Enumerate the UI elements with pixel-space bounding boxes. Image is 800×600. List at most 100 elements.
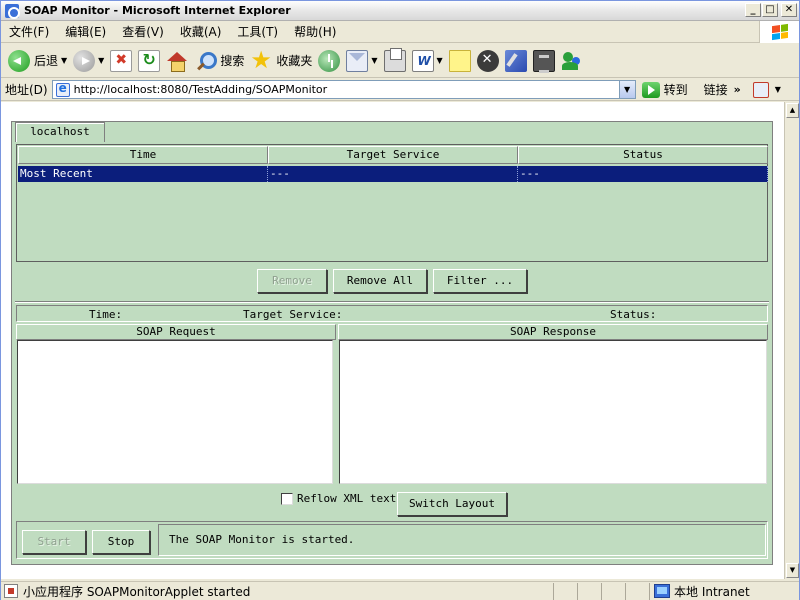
status-pane <box>577 582 601 600</box>
refresh-button[interactable] <box>135 47 163 75</box>
menu-favorites[interactable]: 收藏(A) <box>172 21 230 43</box>
remove-all-button[interactable]: Remove All <box>333 269 427 293</box>
links-chevron-icon[interactable]: » <box>734 83 741 96</box>
forward-button[interactable]: ▼ <box>70 47 107 75</box>
soap-request-textarea[interactable] <box>17 340 333 484</box>
cell-target-service: --- <box>268 166 518 182</box>
search-button[interactable]: 搜索 <box>191 47 247 75</box>
cell-status: --- <box>518 166 768 182</box>
stop-icon <box>110 49 133 72</box>
word-icon <box>411 49 434 72</box>
edit-word-button[interactable]: ▼ <box>409 47 446 75</box>
security-zone: 本地 Intranet <box>649 582 789 600</box>
ie-app-icon <box>5 3 20 19</box>
column-header-target-service[interactable]: Target Service <box>268 146 518 164</box>
shredder-icon <box>532 49 555 73</box>
search-label: 搜索 <box>220 54 245 68</box>
go-label: 转到 <box>663 83 688 97</box>
window-controls: _ □ ✕ <box>745 3 797 17</box>
target-service-info-label: Target Service: <box>243 308 343 321</box>
menu-help[interactable]: 帮助(H) <box>286 21 344 43</box>
start-button[interactable]: Start <box>22 530 86 554</box>
favorites-button[interactable]: 收藏夹 <box>247 46 315 75</box>
status-bar: 小应用程序 SOAPMonitorApplet started 本地 Intra… <box>1 581 799 600</box>
title-bar: SOAP Monitor - Microsoft Internet Explor… <box>1 1 799 21</box>
zone-label: 本地 Intranet <box>674 584 750 599</box>
scroll-down-icon[interactable]: ▼ <box>786 563 799 578</box>
back-label: 后退 <box>34 54 59 68</box>
print-button[interactable] <box>381 47 409 75</box>
edit-dropdown-icon[interactable]: ▼ <box>437 56 443 65</box>
ie-window: SOAP Monitor - Microsoft Internet Explor… <box>0 0 800 600</box>
history-button[interactable] <box>315 47 343 75</box>
switch-layout-button[interactable]: Switch Layout <box>397 492 507 516</box>
menu-tools[interactable]: 工具(T) <box>229 21 286 43</box>
table-header: Time Target Service Status <box>18 146 768 164</box>
minimize-button[interactable]: _ <box>745 3 761 17</box>
address-bar: 地址(D) http://localhost:8080/TestAdding/S… <box>1 79 799 101</box>
search-icon <box>194 50 218 72</box>
sticky-note-icon <box>448 49 471 72</box>
status-pane <box>601 582 625 600</box>
menu-view[interactable]: 查看(V) <box>114 21 172 43</box>
forward-dropdown-icon[interactable]: ▼ <box>98 56 104 65</box>
section-divider <box>15 301 769 303</box>
home-button[interactable] <box>163 47 191 75</box>
column-header-time[interactable]: Time <box>18 146 268 164</box>
monitor-status-message: The SOAP Monitor is started. <box>158 524 766 556</box>
window-title: SOAP Monitor - Microsoft Internet Explor… <box>24 4 291 17</box>
notes-button[interactable] <box>446 47 474 75</box>
shredder-button[interactable] <box>530 47 558 75</box>
reflow-checkbox[interactable] <box>281 492 293 505</box>
tools-button[interactable] <box>502 47 530 75</box>
menu-file[interactable]: 文件(F) <box>1 21 57 43</box>
reflow-label[interactable]: Reflow XML text <box>297 492 396 505</box>
print-icon <box>383 47 406 72</box>
messenger-button[interactable] <box>558 47 586 75</box>
message-table: Time Target Service Status Most Recent -… <box>16 144 768 262</box>
mail-icon <box>346 49 369 72</box>
stop-button[interactable] <box>107 47 135 75</box>
menu-edit[interactable]: 编辑(E) <box>57 21 114 43</box>
forward-arrow-icon <box>73 49 96 72</box>
windows-logo <box>759 21 799 43</box>
vertical-scrollbar[interactable]: ▲ ▼ <box>784 102 799 579</box>
favorites-star-icon <box>250 46 272 74</box>
pane-headers: SOAP Request SOAP Response <box>16 324 768 340</box>
soap-response-textarea[interactable] <box>339 340 767 484</box>
status-info-label: Status: <box>610 308 657 321</box>
mail-dropdown-icon[interactable]: ▼ <box>371 56 377 65</box>
maximize-button[interactable]: □ <box>762 3 778 17</box>
favorites-label: 收藏夹 <box>276 54 313 68</box>
go-arrow-icon <box>641 81 660 98</box>
message-info-bar: Time: Target Service: Status: <box>16 305 768 322</box>
column-header-status[interactable]: Status <box>518 146 768 164</box>
back-button[interactable]: 后退 ▼ <box>5 47 70 75</box>
scroll-up-icon[interactable]: ▲ <box>786 103 799 118</box>
soap-response-title: SOAP Response <box>338 324 768 340</box>
history-icon <box>318 49 341 72</box>
block-button[interactable] <box>474 47 502 75</box>
page-icon <box>55 81 70 97</box>
address-url[interactable]: http://localhost:8080/TestAdding/SOAPMon… <box>74 83 328 96</box>
status-message: 小应用程序 SOAPMonitorApplet started <box>23 584 251 599</box>
remove-button[interactable]: Remove <box>257 269 327 293</box>
windows-flag-icon <box>771 23 788 41</box>
back-arrow-icon <box>8 49 30 72</box>
back-dropdown-icon[interactable]: ▼ <box>61 56 67 65</box>
address-dropdown-icon[interactable]: ▼ <box>618 81 635 98</box>
mail-button[interactable]: ▼ <box>343 47 380 75</box>
close-button[interactable]: ✕ <box>781 3 797 17</box>
soap-request-title: SOAP Request <box>16 324 336 340</box>
extension-dropdown-icon[interactable]: ▼ <box>775 85 781 94</box>
menu-bar: 文件(F) 编辑(E) 查看(V) 收藏(A) 工具(T) 帮助(H) <box>1 21 799 43</box>
table-button-row: Remove Remove All Filter ... <box>257 269 527 293</box>
table-row[interactable]: Most Recent --- --- <box>18 166 768 182</box>
filter-button[interactable]: Filter ... <box>433 269 527 293</box>
links-button[interactable]: 链接 <box>704 81 728 98</box>
stop-monitor-button[interactable]: Stop <box>92 530 150 554</box>
go-button[interactable]: 转到 <box>641 81 688 98</box>
address-field[interactable]: http://localhost:8080/TestAdding/SOAPMon… <box>51 80 636 99</box>
tab-localhost[interactable]: localhost <box>15 122 105 142</box>
extension-icon[interactable] <box>752 81 769 98</box>
